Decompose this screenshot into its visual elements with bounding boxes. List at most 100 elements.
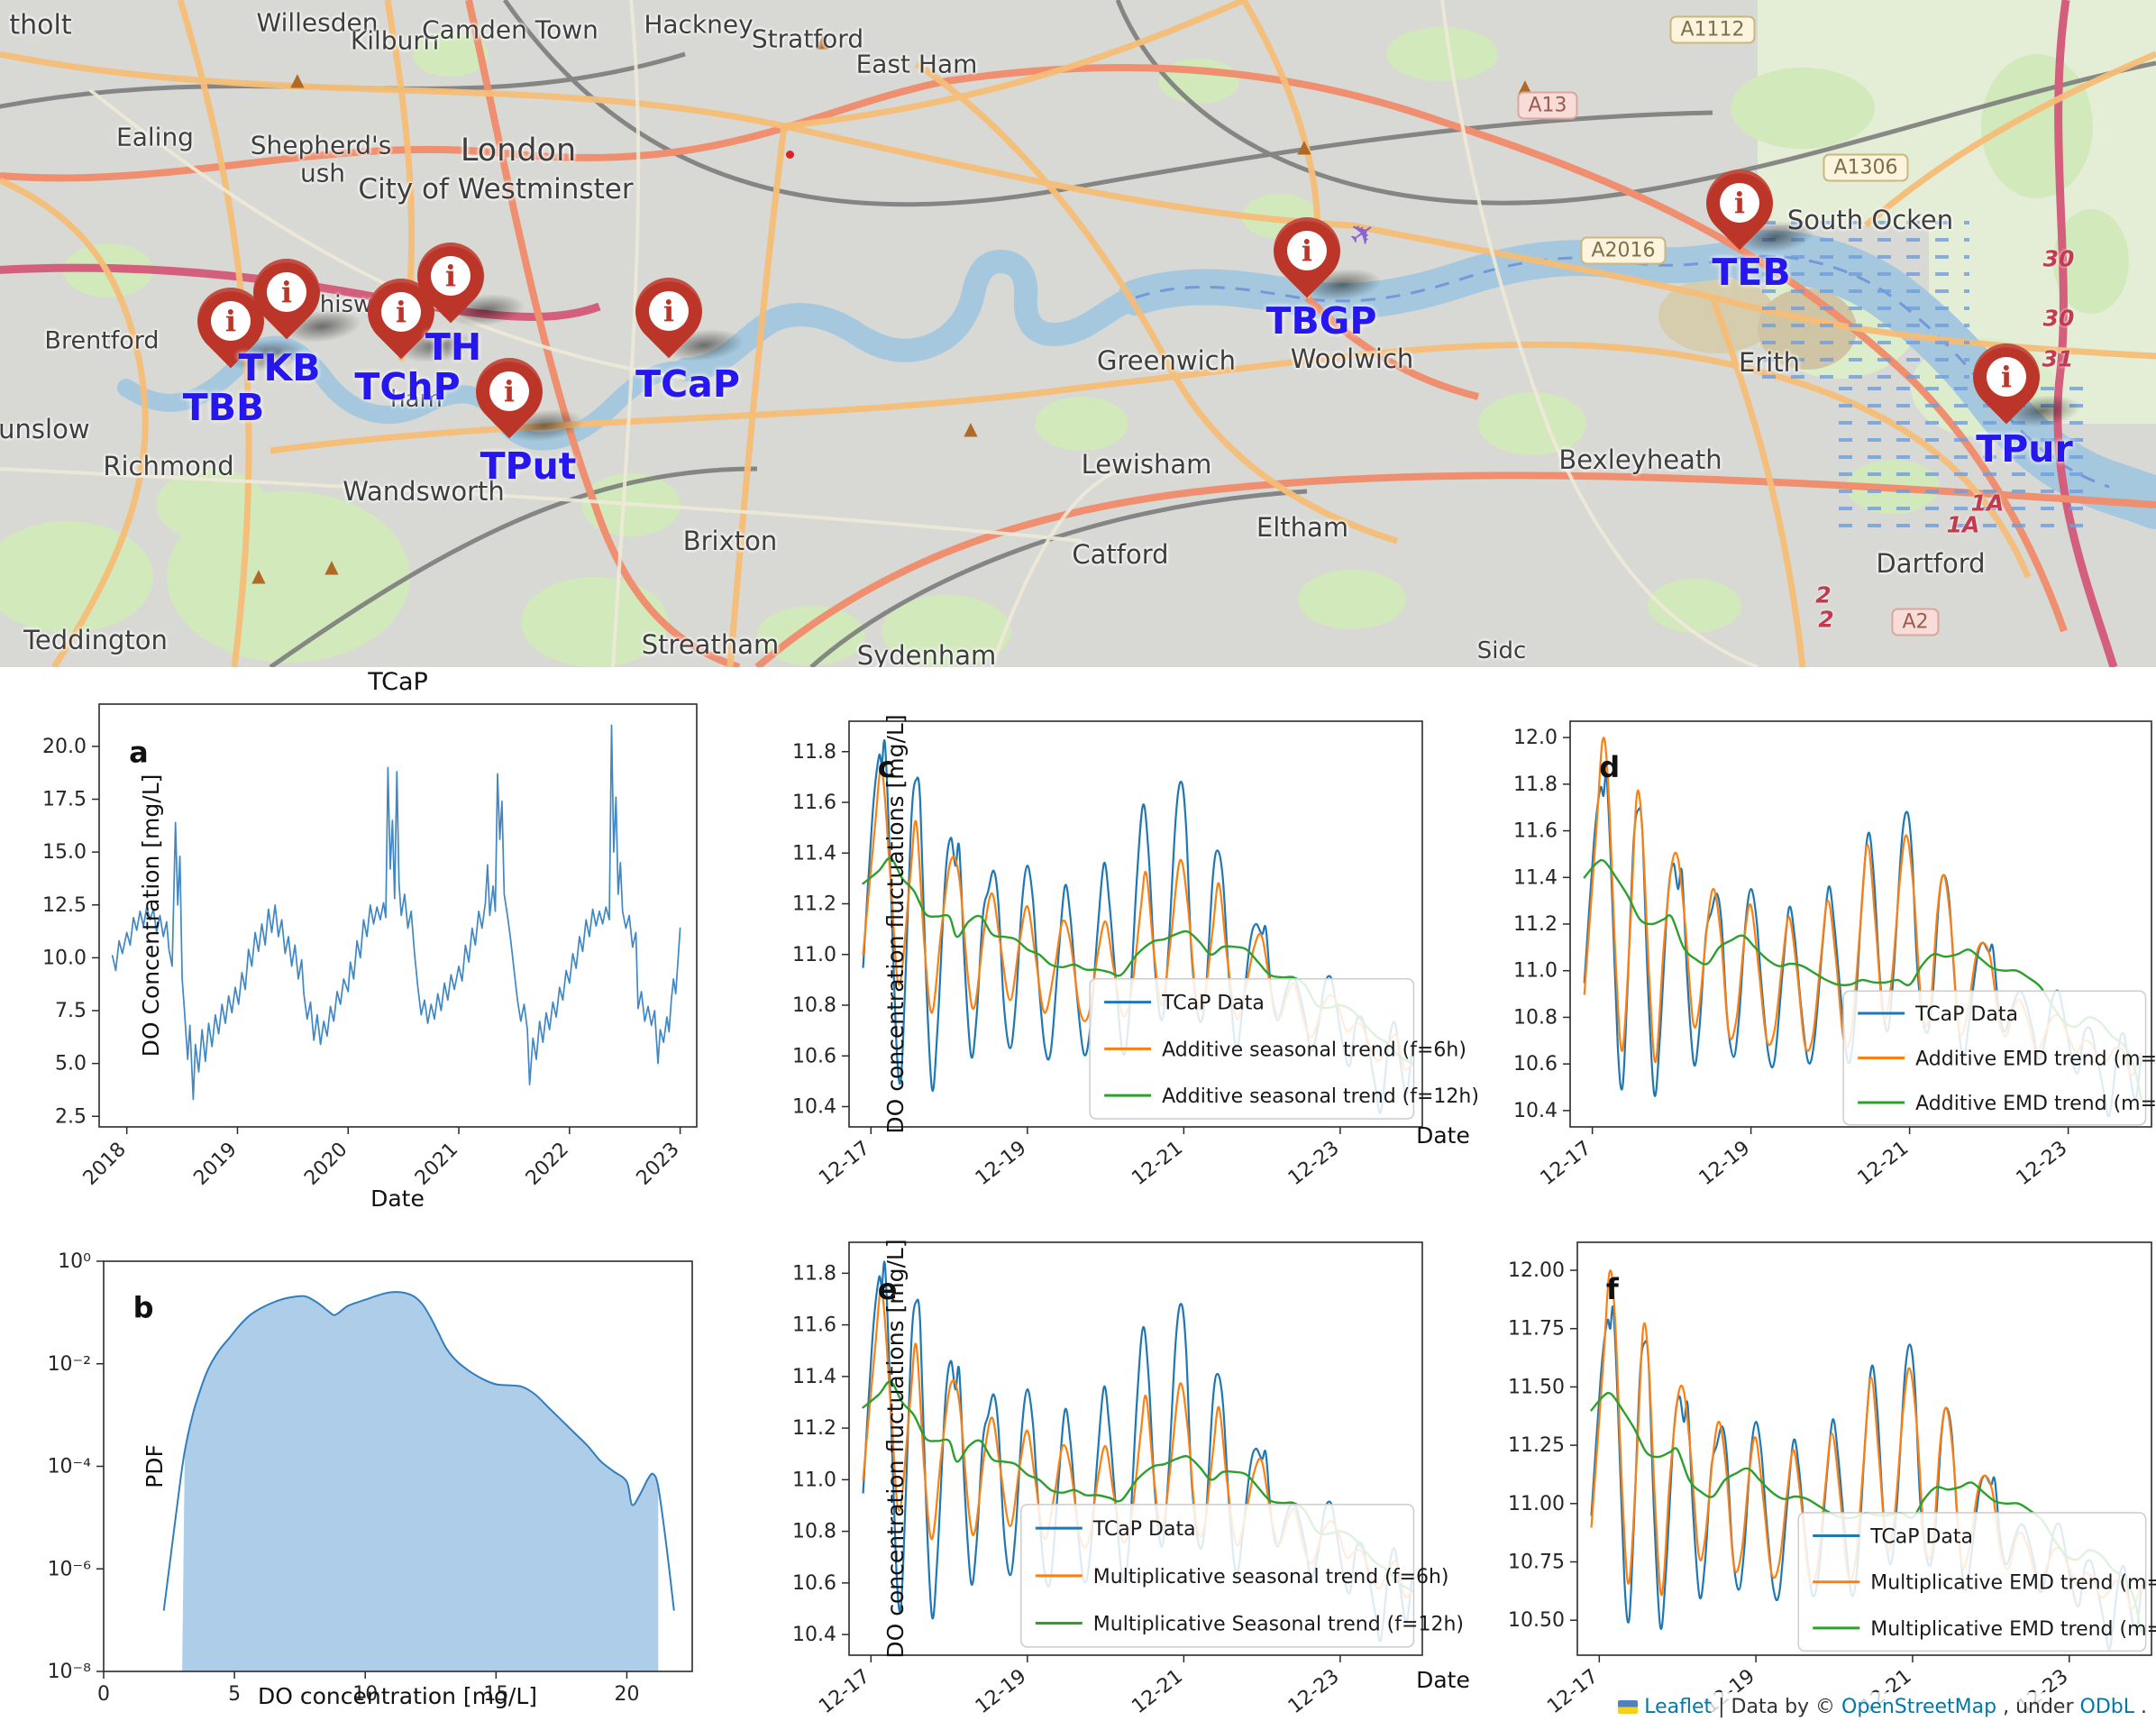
x-tick-label: 12-19	[972, 1665, 1031, 1718]
junction-number: 2	[1818, 607, 1833, 633]
info-icon: i	[1287, 231, 1327, 270]
map-place-label: City of Westminster	[358, 173, 633, 206]
x-axis-label: Date	[370, 1185, 425, 1212]
y-tick-label: 10⁻⁸	[48, 1661, 92, 1683]
series-line	[863, 858, 1412, 1064]
peak-icon: ▲	[324, 555, 338, 577]
y-tick-label: 11.6	[1513, 820, 1558, 843]
map-place-label: Camden Town	[422, 15, 598, 45]
peak-icon: ▲	[251, 564, 265, 586]
chart-series-d	[1585, 737, 2142, 1116]
station-label-TKB: TKB	[239, 346, 321, 389]
road-badge-A2: A2	[1891, 609, 1939, 636]
x-tick-label: 10	[352, 1683, 378, 1706]
attribution-under: , under	[2003, 1696, 2073, 1718]
road-badge-A1112: A1112	[1669, 16, 1755, 44]
y-tick-label: 12.00	[1508, 1259, 1565, 1282]
x-tick-label: 12-17	[815, 1665, 874, 1718]
y-tick-label: 11.75	[1508, 1318, 1565, 1341]
map-place-label: Lewisham	[1082, 449, 1212, 480]
y-axis-label: DO concentration fluctuations [mg/L]	[882, 1239, 909, 1658]
y-tick-label: 10.8	[792, 994, 836, 1017]
series-line	[863, 1290, 1412, 1597]
y-tick-label: 10.4	[792, 1096, 836, 1119]
x-tick-label: 15	[483, 1683, 508, 1706]
x-tick-label: 12-19	[972, 1137, 1031, 1190]
map-place-label: Richmond	[103, 451, 233, 481]
chart-panel-e: 10.410.610.811.011.211.411.611.812-1712-…	[723, 1197, 1494, 1721]
x-axis-label: Date	[1416, 1122, 1470, 1149]
station-label-TCaP: TCaP	[635, 362, 740, 406]
legend-label: Additive EMD trend (m=3)	[1915, 1048, 2156, 1071]
station-label-TEB: TEB	[1712, 251, 1790, 294]
map-place-label: Shepherd's	[251, 131, 392, 160]
legend-label: Additive seasonal trend (f=6h)	[1162, 1039, 1466, 1061]
station-label-TPut: TPut	[480, 444, 577, 488]
x-tick-label: 12-17	[1537, 1137, 1596, 1190]
y-tick-label: 10⁻⁶	[48, 1558, 92, 1580]
map-place-label: Brixton	[683, 526, 778, 556]
openstreetmap-link[interactable]: OpenStreetMap	[1841, 1696, 1996, 1718]
leaflet-link[interactable]: Leaflet	[1644, 1696, 1712, 1718]
x-tick-label: 2022	[522, 1139, 573, 1190]
legend-label: Additive seasonal trend (f=12h)	[1162, 1085, 1479, 1108]
legend-label: Additive EMD trend (m=4)	[1915, 1093, 2156, 1115]
y-tick-label: 10.6	[1513, 1053, 1558, 1076]
y-tick-label: 11.0	[1513, 960, 1558, 983]
junction-number: 30	[2043, 306, 2075, 332]
peak-icon: ▲	[290, 69, 304, 90]
legend-label: TCaP Data	[1092, 1518, 1196, 1541]
map-place-label: Dartford	[1876, 548, 1985, 579]
attribution-separator: |	[1718, 1696, 1724, 1718]
y-axis-label: DO concentration fluctuations [mg/L]	[882, 714, 909, 1133]
junction-number: 31	[2042, 346, 2074, 372]
attribution-databy: Data by ©	[1731, 1696, 1836, 1718]
x-tick-label: 12-23	[1284, 1665, 1344, 1718]
y-axis-label: PDF	[142, 1444, 168, 1488]
x-axis-label: DO concentration [mg/L]	[258, 1683, 537, 1709]
y-tick-label: 10.4	[792, 1624, 836, 1646]
y-tick-label: 10.50	[1508, 1609, 1565, 1632]
road-badge-A13: A13	[1517, 92, 1577, 120]
y-tick-label: 20.0	[42, 736, 87, 758]
map-place-label: Bexleyheath	[1558, 444, 1722, 475]
map[interactable]: tholtWillesdenKilburnCamden TownHackneyS…	[0, 0, 2156, 667]
legend-label: TCaP Data	[1914, 1003, 2018, 1026]
series-line	[863, 768, 1412, 1070]
legend-label: TCaP Data	[1161, 993, 1265, 1015]
x-axis-label: Date	[1416, 1667, 1470, 1693]
red-dot-icon	[786, 151, 794, 159]
junction-number: 1A	[1947, 512, 1980, 538]
x-tick-label: 0	[97, 1683, 110, 1706]
map-attribution: Leaflet | Data by © OpenStreetMap , unde…	[1605, 1692, 2156, 1721]
y-tick-label: 11.0	[792, 944, 836, 966]
panel-letter-d: d	[1599, 750, 1620, 784]
legend-d: TCaP Data Additive EMD trend (m=3) Additiv…	[1843, 991, 2156, 1125]
x-tick-label: 12-21	[1128, 1665, 1187, 1718]
x-tick-label: 12-23	[2013, 1137, 2072, 1190]
info-icon: i	[211, 301, 251, 341]
panel-letter-e: e	[878, 1272, 898, 1306]
odbl-link[interactable]: ODbL	[2080, 1696, 2134, 1718]
y-tick-label: 15.0	[42, 841, 87, 864]
series-line	[1592, 1306, 2142, 1650]
chart-panel-c: 10.410.610.811.011.211.411.611.812-1712-…	[723, 676, 1494, 1249]
y-tick-label: 10⁰	[58, 1250, 91, 1273]
peak-icon: ▲	[1297, 135, 1311, 157]
y-tick-label: 11.2	[792, 893, 836, 916]
x-tick-label: 2020	[300, 1139, 352, 1190]
info-icon: i	[1720, 183, 1759, 223]
y-tick-label: 7.5	[55, 1000, 87, 1022]
series-line	[863, 1381, 1412, 1590]
map-place-label: Sidc	[1477, 637, 1527, 664]
y-tick-label: 10⁻⁴	[48, 1456, 92, 1478]
panel-letter-a: a	[129, 735, 149, 769]
y-tick-label: 2.5	[55, 1105, 87, 1128]
y-tick-label: 10.8	[1513, 1006, 1558, 1029]
y-tick-label: 11.4	[792, 842, 836, 865]
x-tick-label: 12-19	[1695, 1137, 1755, 1190]
map-place-label: ush	[300, 159, 345, 188]
info-icon: i	[649, 291, 689, 331]
y-tick-label: 11.8	[792, 1262, 836, 1285]
info-icon: i	[267, 272, 306, 312]
